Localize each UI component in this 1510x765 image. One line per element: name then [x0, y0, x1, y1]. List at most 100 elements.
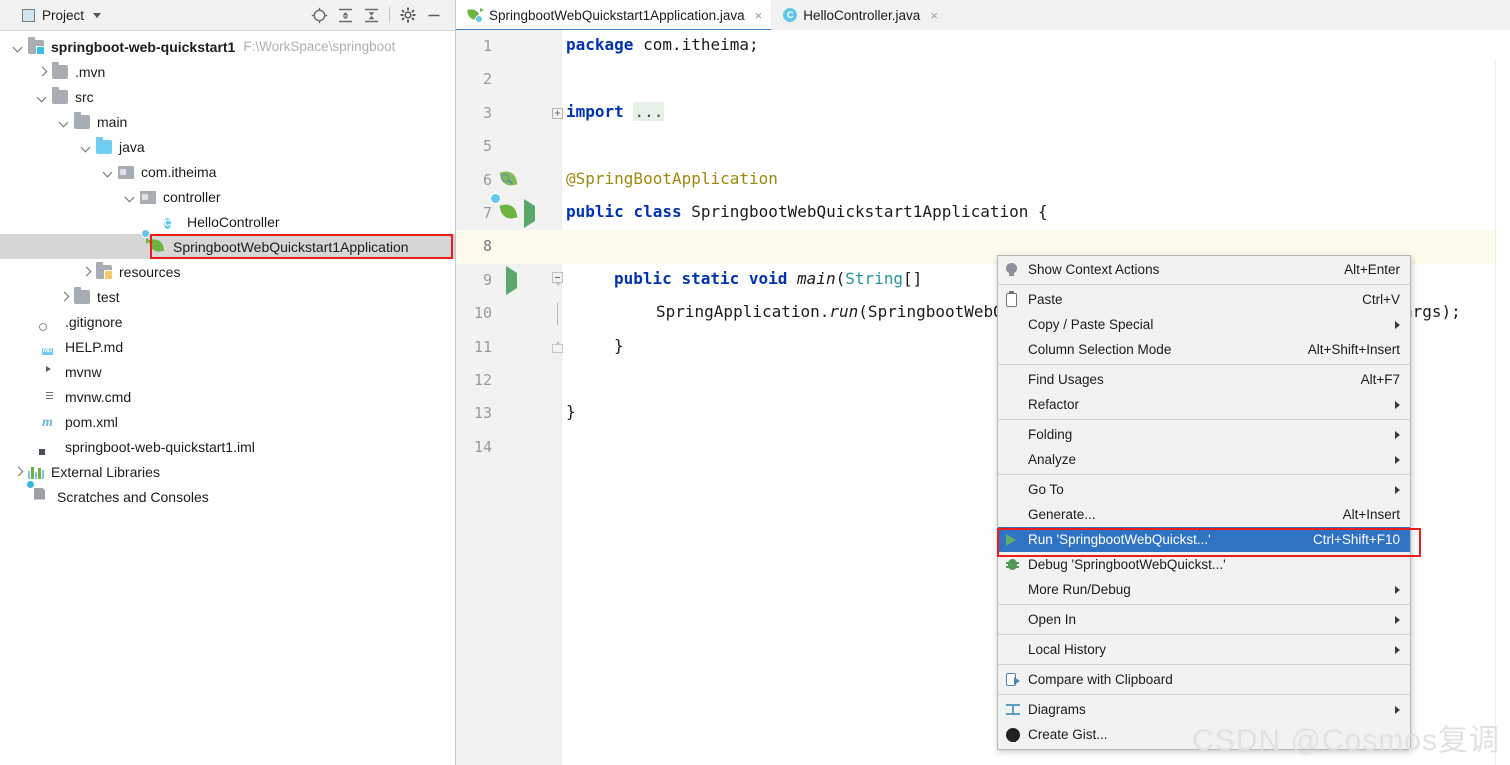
- chevron-right-icon[interactable]: [36, 65, 49, 78]
- menu-item-refactor[interactable]: Refactor: [998, 392, 1410, 417]
- menu-item-shortcut: Alt+Shift+Insert: [1307, 342, 1400, 357]
- tree-label: mvnw.cmd: [65, 388, 132, 405]
- project-tree[interactable]: springboot-web-quickstart1 F:\WorkSpace\…: [0, 30, 455, 765]
- java-class-icon: C: [783, 8, 798, 22]
- tree-row-package-com-itheima[interactable]: com.itheima: [0, 159, 455, 184]
- chevron-down-icon[interactable]: [58, 115, 71, 128]
- close-icon[interactable]: ×: [755, 8, 763, 23]
- menu-item-run-application[interactable]: Run 'SpringbootWebQuickst...' Ctrl+Shift…: [998, 527, 1410, 552]
- code-token-annotation: @SpringBootApplication: [566, 168, 778, 188]
- menu-item-label: Paste: [1028, 292, 1063, 307]
- package-icon: [118, 163, 136, 181]
- menu-item-more-run-debug[interactable]: More Run/Debug: [998, 577, 1410, 602]
- menu-item-diagrams[interactable]: Diagrams: [998, 697, 1410, 722]
- menu-item-create-gist[interactable]: Create Gist...: [998, 722, 1410, 747]
- lightbulb-icon: [1006, 262, 1028, 277]
- menu-item-local-history[interactable]: Local History: [998, 637, 1410, 662]
- hide-icon[interactable]: [421, 2, 447, 28]
- tree-row-hello-controller[interactable]: C HelloController: [0, 209, 455, 234]
- tree-label: mvnw: [65, 363, 102, 380]
- locate-icon[interactable]: [306, 2, 332, 28]
- menu-item-shortcut: Ctrl+V: [1362, 292, 1400, 307]
- menu-item-label: Local History: [1028, 642, 1107, 657]
- fold-expand-icon[interactable]: +: [552, 107, 563, 119]
- debug-bug-icon: [1006, 558, 1028, 571]
- tree-row-main[interactable]: main: [0, 109, 455, 134]
- run-gutter-icon[interactable]: [524, 198, 535, 228]
- tree-row-external-libraries[interactable]: External Libraries: [0, 459, 455, 484]
- fold-end-icon[interactable]: [552, 340, 563, 353]
- batch-file-icon: [42, 388, 60, 406]
- tree-row-gitignore[interactable]: .gitignore: [0, 309, 455, 334]
- collapse-all-icon[interactable]: [358, 2, 384, 28]
- menu-item-column-selection-mode[interactable]: Column Selection Mode Alt+Shift+Insert: [998, 337, 1410, 362]
- chevron-down-icon[interactable]: [102, 165, 115, 178]
- tree-row-springboot-application[interactable]: SpringbootWebQuickstart1Application: [0, 228, 455, 259]
- tree-row-scratches[interactable]: Scratches and Consoles: [0, 484, 455, 509]
- tree-row-iml[interactable]: springboot-web-quickstart1.iml: [0, 434, 455, 459]
- menu-item-folding[interactable]: Folding: [998, 422, 1410, 447]
- clipboard-icon: [1006, 290, 1028, 307]
- tree-label: java: [119, 138, 145, 155]
- gitignore-file-icon: [42, 313, 60, 331]
- tab-hello-controller[interactable]: C HelloController.java ×: [771, 0, 947, 30]
- run-gutter-icon[interactable]: [506, 265, 517, 295]
- chevron-down-icon[interactable]: [80, 140, 93, 153]
- project-panel-toolbar: [306, 2, 455, 28]
- submenu-arrow-icon: [1395, 615, 1400, 624]
- project-tool-window: Project springboot-web-quickstart1 F:\Wo…: [0, 0, 456, 765]
- submenu-arrow-icon: [1395, 320, 1400, 329]
- menu-item-paste[interactable]: Paste Ctrl+V: [998, 287, 1410, 312]
- chevron-right-icon[interactable]: [12, 465, 25, 478]
- tree-row-java[interactable]: java: [0, 134, 455, 159]
- tree-row-package-controller[interactable]: controller: [0, 184, 455, 209]
- code-token-method: run: [829, 302, 859, 322]
- menu-item-find-usages[interactable]: Find Usages Alt+F7: [998, 367, 1410, 392]
- close-icon[interactable]: ×: [930, 8, 938, 23]
- menu-item-compare-with-clipboard[interactable]: Compare with Clipboard: [998, 667, 1410, 692]
- tree-row-mvnw[interactable]: mvnw: [0, 359, 455, 384]
- project-panel-title[interactable]: Project: [0, 8, 102, 23]
- tree-row-pom-xml[interactable]: m pom.xml: [0, 409, 455, 434]
- menu-item-show-context-actions[interactable]: Show Context Actions Alt+Enter: [998, 257, 1410, 282]
- tree-row-src[interactable]: src: [0, 84, 455, 109]
- menu-item-shortcut: Alt+Enter: [1344, 262, 1400, 277]
- editor-scrollbar[interactable]: [1495, 60, 1510, 765]
- tree-row-help-md[interactable]: MD HELP.md: [0, 334, 455, 359]
- line-number: 7: [482, 203, 492, 222]
- menu-item-debug-application[interactable]: Debug 'SpringbootWebQuickst...': [998, 552, 1410, 577]
- project-path: F:\WorkSpace\springboot: [243, 39, 396, 54]
- chevron-down-icon[interactable]: [12, 40, 25, 53]
- tree-row-mvnw-cmd[interactable]: mvnw.cmd: [0, 384, 455, 409]
- menu-item-label: Create Gist...: [1028, 727, 1108, 742]
- chevron-right-icon[interactable]: [58, 290, 71, 303]
- code-token-keyword: class: [633, 201, 682, 221]
- expand-all-icon[interactable]: [332, 2, 358, 28]
- menu-item-label: Folding: [1028, 427, 1073, 442]
- fold-collapse-icon[interactable]: [552, 271, 563, 286]
- line-number: 6: [482, 170, 492, 189]
- settings-gear-icon[interactable]: [395, 2, 421, 28]
- line-number: 1: [482, 37, 492, 55]
- menu-item-copy-paste-special[interactable]: Copy / Paste Special: [998, 312, 1410, 337]
- chevron-down-icon[interactable]: [36, 90, 49, 103]
- folder-icon: [74, 286, 92, 306]
- line-number: 12: [473, 370, 492, 389]
- menu-item-go-to[interactable]: Go To: [998, 477, 1410, 502]
- tree-row-test[interactable]: test: [0, 284, 455, 309]
- tree-row-resources[interactable]: resources: [0, 259, 455, 284]
- menu-item-open-in[interactable]: Open In: [998, 607, 1410, 632]
- folded-imports-placeholder[interactable]: ...: [633, 101, 665, 121]
- menu-item-generate[interactable]: Generate... Alt+Insert: [998, 502, 1410, 527]
- tree-row-mvn[interactable]: .mvn: [0, 59, 455, 84]
- editor-context-menu[interactable]: Show Context Actions Alt+Enter Paste Ctr…: [997, 255, 1411, 750]
- tree-label: SpringbootWebQuickstart1Application: [173, 238, 409, 255]
- tab-springboot-application[interactable]: SpringbootWebQuickstart1Application.java…: [456, 0, 772, 31]
- menu-item-analyze[interactable]: Analyze: [998, 447, 1410, 472]
- chevron-down-icon[interactable]: [124, 190, 137, 203]
- tree-row-project[interactable]: springboot-web-quickstart1 F:\WorkSpace\…: [0, 34, 455, 59]
- chevron-right-icon[interactable]: [80, 265, 93, 278]
- chevron-down-icon[interactable]: [93, 12, 102, 18]
- menu-item-label: Run 'SpringbootWebQuickst...': [1028, 532, 1211, 547]
- code-token-keyword: public: [614, 268, 672, 288]
